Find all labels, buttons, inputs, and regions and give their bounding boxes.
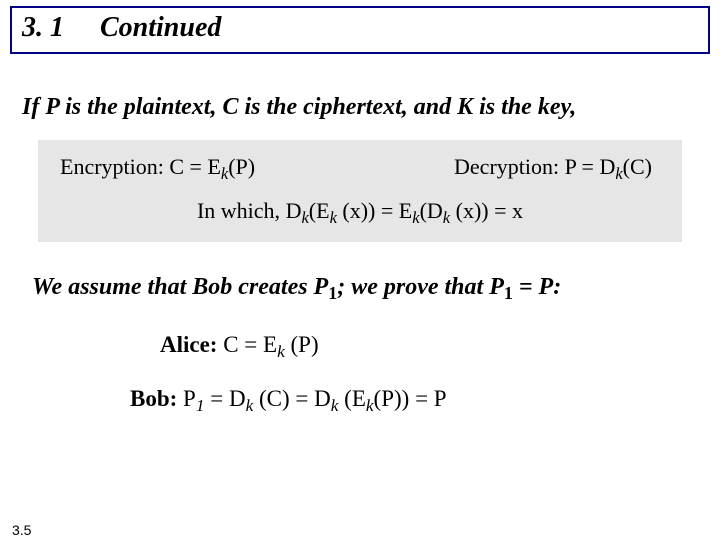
formula-box: Encryption: C = Ek(P) Decryption: P = Dk… <box>38 140 682 242</box>
bob-line: Bob: P1 = Dk (C) = Dk (Ek(P)) = P <box>130 386 720 412</box>
alice-line: Alice: C = Ek (P) <box>160 332 720 358</box>
decryption-formula: Decryption: P = Dk(C) <box>454 154 652 180</box>
formula-row-2: In which, Dk(Ek (x)) = Ek(Dk (x)) = x <box>42 198 678 224</box>
header-bar: 3. 1 Continued <box>10 6 710 54</box>
section-title: Continued <box>100 12 221 44</box>
bob-label: Bob: <box>130 386 177 411</box>
assume-text: We assume that Bob creates P1; we prove … <box>32 272 698 302</box>
alice-label: Alice: <box>160 332 217 357</box>
page-footer: 3.5 <box>12 522 31 538</box>
encryption-formula: Encryption: C = Ek(P) <box>60 154 255 180</box>
formula-row-1: Encryption: C = Ek(P) Decryption: P = Dk… <box>42 154 678 180</box>
intro-text: If P is the plaintext, C is the cipherte… <box>22 92 698 122</box>
section-number: 3. 1 <box>22 12 64 44</box>
